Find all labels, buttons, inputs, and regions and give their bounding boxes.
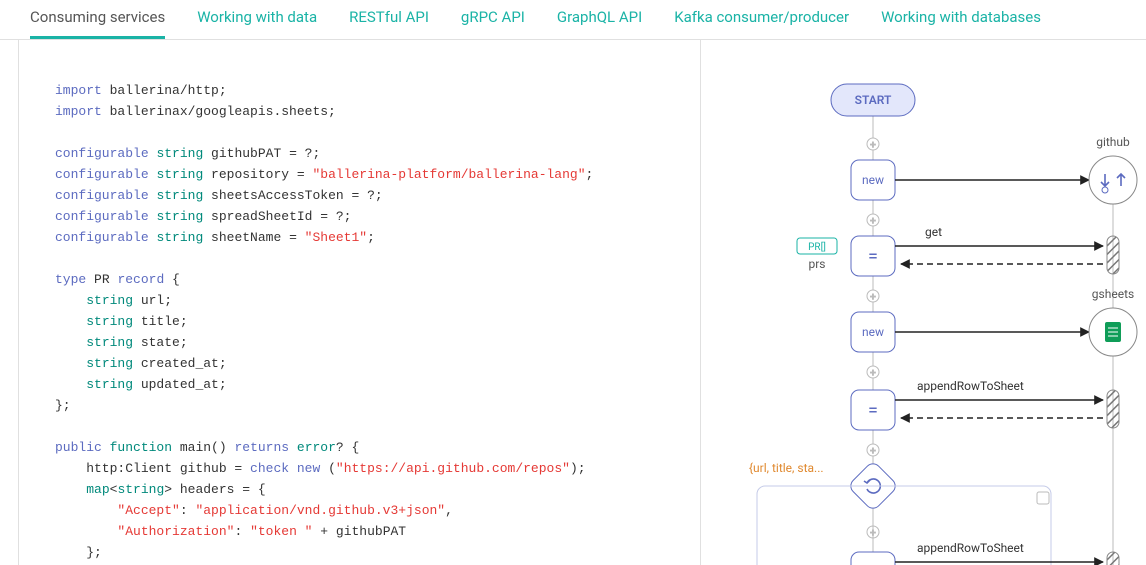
new-label-2: new xyxy=(862,325,884,339)
code-text: }; xyxy=(55,545,102,560)
code-text: ballerina/http; xyxy=(102,83,227,98)
code-string: "Accept" xyxy=(117,503,179,518)
tab-grpc-api[interactable]: gRPC API xyxy=(461,8,525,39)
assign-label-1: = xyxy=(868,246,878,267)
code-text: PR xyxy=(86,272,117,287)
svg-text:+: + xyxy=(870,446,876,457)
code-text: }; xyxy=(55,398,71,413)
code-string: "Sheet1" xyxy=(305,230,367,245)
code-text: updated_at; xyxy=(133,377,227,392)
kw-string: string xyxy=(156,209,203,224)
code-text: > headers = { xyxy=(164,482,265,497)
code-text: { xyxy=(164,272,180,287)
collapse-icon[interactable] xyxy=(1037,492,1049,504)
kw-type: type xyxy=(55,272,86,287)
svg-text:+: + xyxy=(870,140,876,151)
content-area: import ballerina/http; import ballerinax… xyxy=(0,40,1146,565)
svg-text:+: + xyxy=(870,216,876,227)
code-text: + githubPAT xyxy=(312,524,406,539)
code-text: sheetName = xyxy=(203,230,304,245)
activation-bar-2 xyxy=(1107,390,1119,428)
gsheets-label: gsheets xyxy=(1092,287,1134,301)
append-label-2: appendRowToSheet xyxy=(917,541,1024,555)
code-text: , xyxy=(445,503,453,518)
kw-configurable: configurable xyxy=(55,188,149,203)
kw-import: import xyxy=(55,104,102,119)
kw-string: string xyxy=(156,167,203,182)
code-text: githubPAT = ?; xyxy=(203,146,320,161)
kw-string: string xyxy=(86,293,133,308)
kw-configurable: configurable xyxy=(55,209,149,224)
kw-string: string xyxy=(86,314,133,329)
code-text: repository = xyxy=(203,167,312,182)
code-text: created_at; xyxy=(133,356,227,371)
code-text: sheetsAccessToken = ?; xyxy=(203,188,382,203)
code-text: ; xyxy=(586,167,594,182)
start-label: START xyxy=(855,93,892,107)
code-text: state; xyxy=(133,335,188,350)
append-label-1: appendRowToSheet xyxy=(917,379,1024,393)
github-label: github xyxy=(1096,135,1130,149)
kw-string: string xyxy=(86,377,133,392)
code-text: ballerinax/googleapis.sheets; xyxy=(102,104,336,119)
code-string: "application/vnd.github.v3+json" xyxy=(195,503,445,518)
kw-string: string xyxy=(86,335,133,350)
diagram-pane[interactable]: + + + + + + START new github xyxy=(701,40,1146,565)
tab-graphql-api[interactable]: GraphQL API xyxy=(557,8,642,39)
tab-restful-api[interactable]: RESTful API xyxy=(349,8,429,39)
kw-record: record xyxy=(117,272,164,287)
code-text: ); xyxy=(570,461,586,476)
svg-text:+: + xyxy=(870,292,876,303)
tab-bar: Consuming services Working with data RES… xyxy=(0,0,1146,40)
activation-bar-1 xyxy=(1107,236,1119,274)
code-pane[interactable]: import ballerina/http; import ballerinax… xyxy=(18,40,701,565)
kw-string: string xyxy=(156,188,203,203)
code-text: ? { xyxy=(336,440,359,455)
kw-new: new xyxy=(297,461,320,476)
tab-kafka[interactable]: Kafka consumer/producer xyxy=(674,8,849,39)
kw-string: string xyxy=(156,146,203,161)
kw-returns: returns xyxy=(234,440,289,455)
kw-import: import xyxy=(55,83,102,98)
kw-configurable: configurable xyxy=(55,167,149,182)
kw-check: check xyxy=(250,461,289,476)
svg-text:+: + xyxy=(870,368,876,379)
kw-error: error xyxy=(297,440,336,455)
kw-string: string xyxy=(156,230,203,245)
loop-iter-label: {url, title, sta... xyxy=(749,461,824,475)
code-string: "https://api.github.com/repos" xyxy=(336,461,570,476)
tab-working-with-data[interactable]: Working with data xyxy=(197,8,317,39)
code-string: "Authorization" xyxy=(117,524,234,539)
kw-function: function xyxy=(110,440,172,455)
code-text: url; xyxy=(133,293,172,308)
prs-type-text: PR[] xyxy=(808,241,826,253)
assign-label-2: = xyxy=(868,400,878,421)
code-text: ( xyxy=(320,461,336,476)
code-text: main() xyxy=(172,440,234,455)
code-string: "token " xyxy=(250,524,312,539)
flow-diagram-svg: + + + + + + START new github xyxy=(701,40,1146,565)
code-text: title; xyxy=(133,314,188,329)
github-endpoint[interactable] xyxy=(1089,156,1137,204)
kw-public: public xyxy=(55,440,102,455)
code-text: spreadSheetId = ?; xyxy=(203,209,351,224)
code-string: "ballerina-platform/ballerina-lang" xyxy=(312,167,585,182)
prs-var-text: prs xyxy=(809,257,826,271)
kw-string: string xyxy=(86,356,133,371)
tab-consuming-services[interactable]: Consuming services xyxy=(30,8,165,39)
code-text: ; xyxy=(367,230,375,245)
kw-configurable: configurable xyxy=(55,230,149,245)
new-label-1: new xyxy=(862,173,884,187)
code-text: : xyxy=(180,503,196,518)
kw-configurable: configurable xyxy=(55,146,149,161)
code-text: : xyxy=(234,524,250,539)
kw-map: map xyxy=(86,482,109,497)
get-label: get xyxy=(925,225,942,239)
kw-string: string xyxy=(117,482,164,497)
tab-databases[interactable]: Working with databases xyxy=(881,8,1041,39)
code-text: http:Client github = xyxy=(55,461,250,476)
